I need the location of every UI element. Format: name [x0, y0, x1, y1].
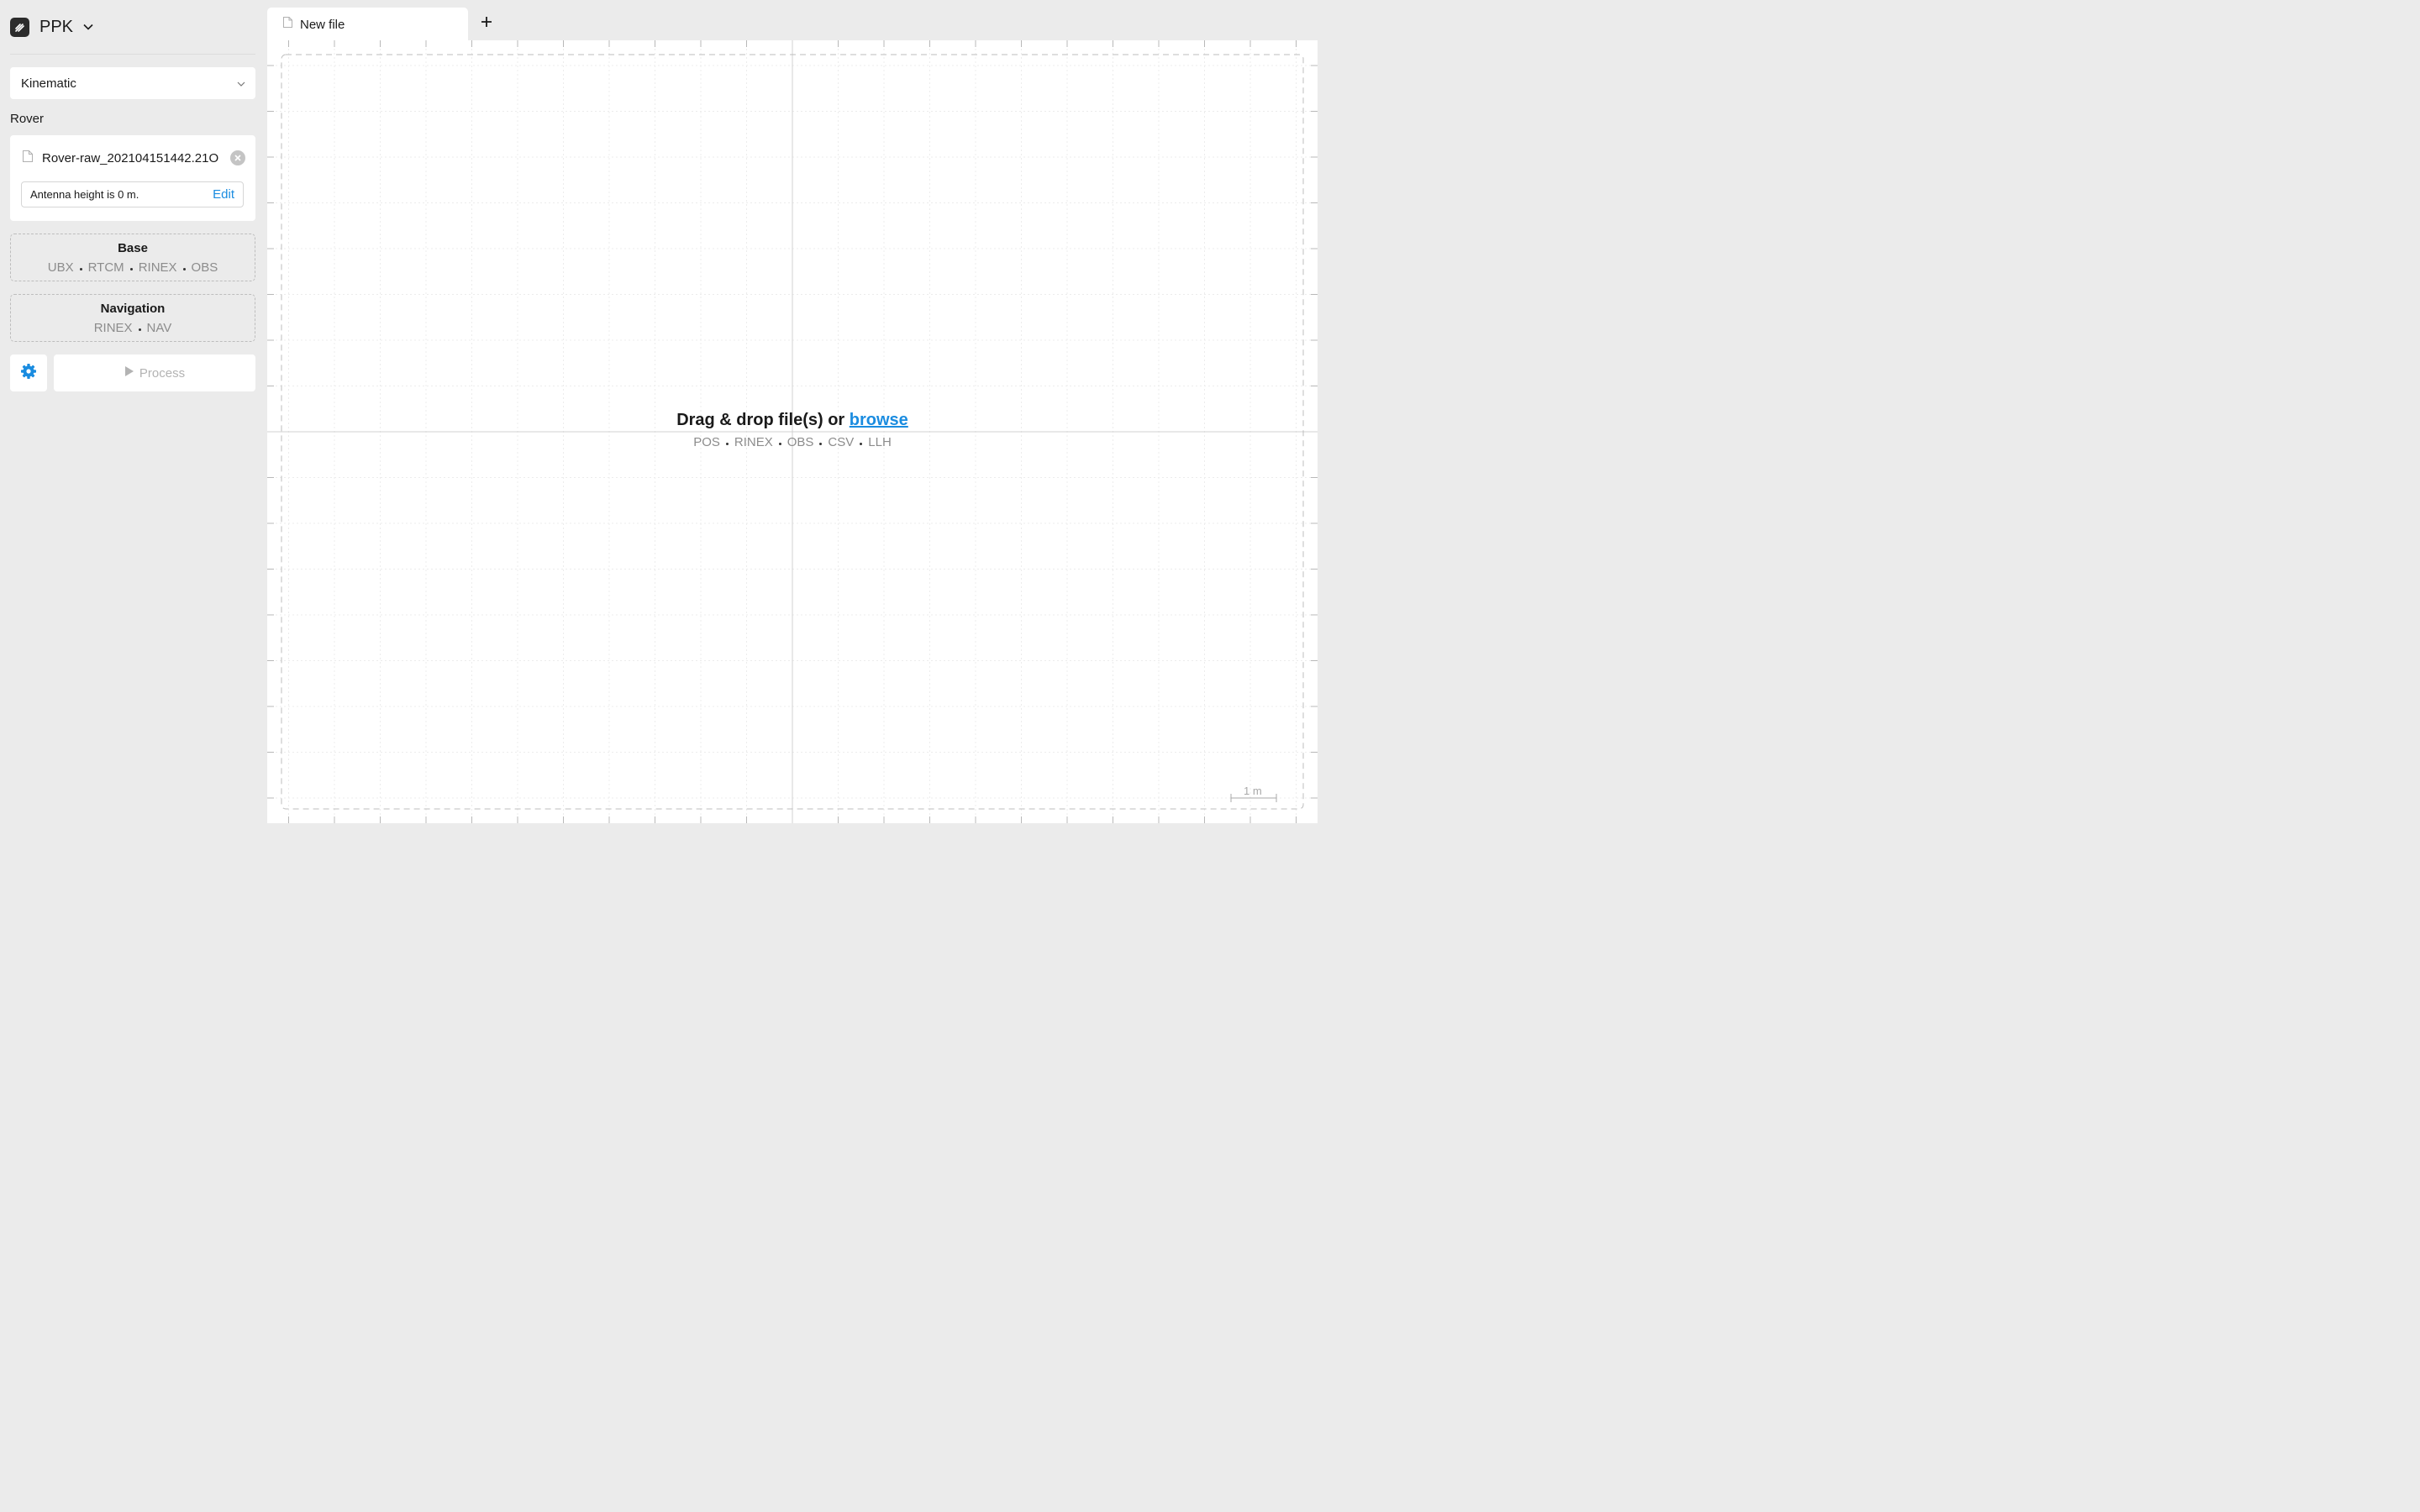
rover-file-row: Rover-raw_202104151442.21O	[22, 149, 245, 167]
app-title: PPK	[39, 17, 74, 36]
settings-button[interactable]	[10, 354, 47, 391]
add-tab-button[interactable]	[476, 12, 497, 35]
base-drop-zone[interactable]: Base UBX RTCM RINEX OBS	[10, 234, 255, 281]
app-header[interactable]: PPK	[10, 15, 93, 39]
drop-text: Drag & drop file(s) or	[676, 411, 850, 429]
drop-prompt-text: Drag & drop file(s) or browse	[267, 411, 1318, 430]
mode-select-value: Kinematic	[21, 76, 76, 91]
format-label: OBS	[191, 260, 218, 275]
format-label: RINEX	[734, 435, 773, 449]
file-drop-canvas[interactable]: Drag & drop file(s) or browse POS RINEX …	[267, 40, 1318, 823]
navigation-drop-zone[interactable]: Navigation RINEX NAV	[10, 294, 255, 342]
browse-link[interactable]: browse	[850, 411, 908, 429]
format-label: RTCM	[87, 260, 124, 275]
format-label: RINEX	[138, 260, 177, 275]
format-label: NAV	[146, 321, 172, 335]
antenna-height-text: Antenna height is 0 m.	[30, 188, 139, 201]
format-label: RINEX	[93, 321, 133, 335]
gear-icon	[20, 363, 37, 384]
format-label: LLH	[868, 435, 892, 449]
mode-select[interactable]: Kinematic	[10, 67, 255, 99]
rover-file-name: Rover-raw_202104151442.21O	[42, 150, 219, 165]
rover-card: Rover-raw_202104151442.21O Antenna heigh…	[10, 135, 255, 221]
process-button[interactable]: Process	[54, 354, 255, 391]
file-icon	[22, 150, 34, 167]
drop-prompt: Drag & drop file(s) or browse POS RINEX …	[267, 411, 1318, 449]
format-label: UBX	[47, 260, 74, 275]
format-label: OBS	[786, 435, 814, 449]
close-circle-icon[interactable]	[230, 150, 245, 165]
base-title: Base	[118, 241, 148, 255]
sidebar: PPK Kinematic Rover Rover-raw_2021041514…	[0, 0, 267, 823]
chevron-down-icon	[237, 76, 245, 91]
rover-label: Rover	[10, 112, 45, 126]
chevron-down-icon[interactable]	[83, 24, 93, 30]
plus-icon	[481, 16, 492, 32]
file-icon	[282, 16, 293, 33]
format-label: CSV	[828, 435, 855, 449]
tab-label: New file	[300, 17, 345, 32]
pen-logo-icon	[10, 17, 29, 37]
canvas-formats: POS RINEX OBS CSV LLH	[267, 435, 1318, 449]
process-label: Process	[139, 365, 186, 381]
play-icon	[124, 365, 134, 381]
navigation-formats: RINEX NAV	[11, 321, 255, 335]
format-label: POS	[693, 435, 720, 449]
base-formats: UBX RTCM RINEX OBS	[11, 260, 255, 275]
tab-new-file[interactable]: New file	[267, 8, 468, 41]
edit-antenna-button[interactable]: Edit	[213, 187, 234, 202]
sidebar-divider	[10, 54, 255, 55]
scale-label: 1 m	[1244, 785, 1262, 797]
antenna-height-box: Antenna height is 0 m. Edit	[21, 181, 244, 207]
navigation-title: Navigation	[100, 302, 166, 316]
